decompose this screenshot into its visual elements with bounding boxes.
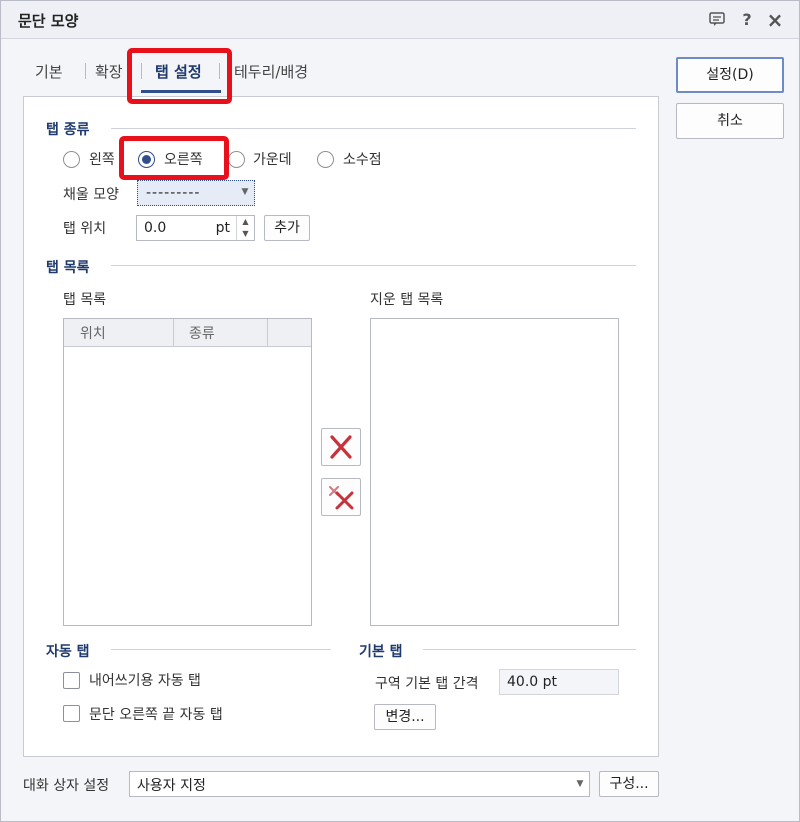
delete-icon <box>330 435 352 459</box>
ok-button[interactable]: 설정(D) <box>676 57 784 93</box>
radio-right-label: 오른쪽 <box>164 152 203 168</box>
tab-separator <box>219 63 220 79</box>
section-title-auto-tab: 자동 탭 <box>46 644 90 660</box>
tab-separator <box>141 63 142 79</box>
comment-icon[interactable] <box>707 10 727 30</box>
radio-left[interactable] <box>63 151 80 168</box>
tab-border-background[interactable]: 테두리/배경 <box>234 61 308 82</box>
section-title-default-tab: 기본 탭 <box>359 644 403 660</box>
default-tab-interval-label: 구역 기본 탭 간격 <box>375 676 479 692</box>
column-header-position[interactable]: 위치 <box>80 323 106 343</box>
chevron-down-icon: ▼ <box>241 187 249 197</box>
delete-all-icon <box>329 486 354 510</box>
fill-shape-value: --------- <box>146 185 201 201</box>
fill-shape-label: 채울 모양 <box>63 187 119 203</box>
section-divider <box>111 265 636 266</box>
active-tab-indicator <box>141 90 221 93</box>
radio-center-label: 가운데 <box>253 152 292 168</box>
section-title-tab-list: 탭 목록 <box>46 260 90 276</box>
default-tab-interval-field: 40.0 pt <box>499 669 619 695</box>
tab-position-spinner[interactable]: ▲ ▼ <box>236 216 254 240</box>
chevron-down-icon[interactable]: ▼ <box>237 228 254 240</box>
add-tab-button[interactable]: 추가 <box>264 215 310 241</box>
checkbox-hanging-indent-auto-tab[interactable] <box>63 672 80 689</box>
chevron-down-icon: ▼ <box>576 779 584 789</box>
tab-extended[interactable]: 확장 <box>95 61 123 82</box>
section-divider <box>423 649 636 650</box>
section-title-tab-type: 탭 종류 <box>46 122 90 138</box>
dialog-setting-combo[interactable]: 사용자 지정 ▼ <box>129 771 590 797</box>
column-separator <box>267 319 268 347</box>
tab-tab-settings[interactable]: 탭 설정 <box>155 61 202 82</box>
delete-all-tabs-button[interactable] <box>321 478 361 516</box>
column-separator <box>173 319 174 347</box>
tab-position-label: 탭 위치 <box>63 221 107 237</box>
checkbox-right-end-auto-tab[interactable] <box>63 705 80 722</box>
fill-shape-select[interactable]: --------- ▼ <box>137 180 255 206</box>
column-header-type[interactable]: 종류 <box>189 323 215 343</box>
chevron-up-icon[interactable]: ▲ <box>237 216 254 228</box>
tab-basic[interactable]: 기본 <box>35 61 63 82</box>
radio-decimal-label: 소수점 <box>343 152 382 168</box>
help-icon[interactable]: ? <box>737 10 757 30</box>
delete-tab-button[interactable] <box>321 428 361 466</box>
dialog-setting-value: 사용자 지정 <box>137 778 206 794</box>
tab-strip: 기본 확장 탭 설정 테두리/배경 <box>21 57 641 97</box>
radio-center[interactable] <box>228 151 245 168</box>
default-tab-interval-value: 40.0 pt <box>507 674 557 690</box>
tab-separator <box>85 63 86 79</box>
section-divider <box>111 128 636 129</box>
tab-position-unit: pt <box>215 220 230 236</box>
deleted-tab-list-label: 지운 탭 목록 <box>370 292 444 308</box>
tab-position-value: 0.0 <box>144 220 167 236</box>
dialog-setting-label: 대화 상자 설정 <box>23 778 110 794</box>
paragraph-shape-dialog: 문단 모양 ? × 기본 확장 탭 설정 테두리/배경 탭 종류 왼쪽 오른쪽 … <box>0 0 800 822</box>
radio-decimal[interactable] <box>317 151 334 168</box>
checkbox-hanging-indent-label: 내어쓰기용 자동 탭 <box>89 673 201 689</box>
tab-position-input[interactable]: 0.0 pt ▲ ▼ <box>136 215 255 241</box>
radio-left-label: 왼쪽 <box>89 152 115 168</box>
tab-list-header: 위치 종류 <box>64 319 311 347</box>
titlebar: 문단 모양 ? × <box>1 1 799 39</box>
cancel-button[interactable]: 취소 <box>676 103 784 139</box>
section-divider <box>111 649 331 650</box>
radio-right[interactable] <box>138 151 155 168</box>
close-icon[interactable]: × <box>765 10 785 30</box>
configure-button[interactable]: 구성... <box>599 771 659 797</box>
tab-list-label: 탭 목록 <box>63 292 107 308</box>
checkbox-right-end-label: 문단 오른쪽 끝 자동 탭 <box>89 707 223 723</box>
change-default-tab-button[interactable]: 변경... <box>374 704 436 730</box>
dialog-title: 문단 모양 <box>18 12 79 30</box>
tab-list-box[interactable]: 위치 종류 <box>63 318 312 626</box>
deleted-tab-list-box[interactable] <box>370 318 619 626</box>
